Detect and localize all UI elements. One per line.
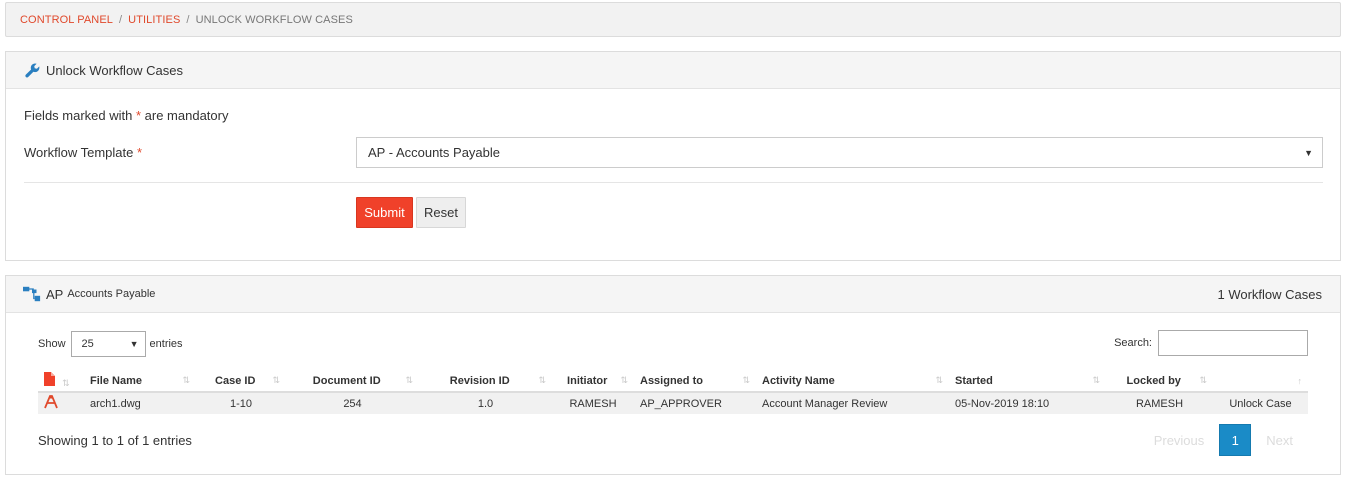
breadcrumb-separator: / [186, 13, 190, 26]
page-length-value: 25 [81, 338, 94, 350]
unlock-form-panel: Unlock Workflow Cases Fields marked with… [5, 51, 1341, 261]
column-label: Document ID [312, 374, 381, 387]
column-label: Initiator [567, 374, 608, 387]
page-length-select[interactable]: 25 ▼ [70, 331, 146, 357]
sort-icon: ⇅ [620, 374, 628, 385]
dropdown-caret-icon: ▼ [129, 339, 139, 349]
assigned-to-cell: AP_APPROVER [634, 392, 756, 414]
sort-icon: ↑ [1297, 375, 1303, 386]
column-label: File Name [90, 374, 142, 387]
document-id-cell: 254 [286, 392, 419, 414]
locked-by-link[interactable]: RAMESH [1106, 392, 1213, 414]
breadcrumb-separator: / [119, 13, 123, 26]
column-header-started[interactable]: Started ⇅ [949, 370, 1106, 393]
entries-label: entries [149, 338, 183, 350]
column-header-file-name[interactable]: File Name ⇅ [84, 370, 196, 393]
sort-icon: ⇅ [742, 374, 750, 385]
search-label: Search: [1114, 337, 1152, 349]
started-cell: 05-Nov-2019 18:10 [949, 392, 1106, 414]
column-label: Activity Name [762, 374, 835, 387]
breadcrumb-control-panel[interactable]: CONTROL PANEL [20, 14, 113, 26]
breadcrumb-current: UNLOCK WORKFLOW CASES [195, 13, 353, 26]
revision-id-cell: 1.0 [419, 392, 552, 414]
autocad-file-icon [44, 395, 58, 412]
workflow-template-text: Workflow Template [24, 145, 137, 160]
column-header-document-id[interactable]: Document ID ⇅ [286, 370, 419, 393]
column-header-assigned-to[interactable]: Assigned to ⇅ [634, 370, 756, 393]
page-length-control: Show 25 ▼ entries [38, 331, 183, 357]
breadcrumb: CONTROL PANEL / UTILITIES / UNLOCK WORKF… [5, 2, 1341, 37]
workflow-cases-panel: AP Accounts Payable 1 Workflow Cases Sho… [5, 275, 1341, 475]
case-count: 1 Workflow Cases [1217, 286, 1322, 302]
required-star: * [136, 145, 143, 160]
sort-icon: ⇅ [182, 374, 190, 385]
case-id-cell: 1-10 [196, 392, 286, 414]
column-label: Started [955, 374, 993, 387]
dropdown-caret-icon: ▼ [1304, 148, 1313, 158]
workflow-template-value: AP - Accounts Payable [368, 145, 501, 160]
table-header-row: ⇅ File Name ⇅ Case ID ⇅ Document ID ⇅ Revis… [38, 370, 1308, 393]
column-header-locked-by[interactable]: Locked by ⇅ [1106, 370, 1213, 393]
sort-icon: ⇅ [62, 378, 70, 388]
sort-icon: ⇅ [1199, 374, 1207, 385]
table-search: Search: [1114, 330, 1308, 356]
table-info: Showing 1 to 1 of 1 entries [38, 433, 192, 448]
initiator-link[interactable]: RAMESH [552, 392, 634, 414]
sort-icon: ⇅ [405, 374, 413, 385]
previous-page-button[interactable]: Previous [1139, 433, 1220, 448]
column-header-file-type[interactable]: ⇅ [38, 370, 84, 393]
column-label: Case ID [215, 374, 256, 387]
pagination: Previous 1 Next [1139, 424, 1308, 456]
column-header-action[interactable]: ↑ [1213, 370, 1308, 393]
page-1-button[interactable]: 1 [1219, 424, 1252, 456]
workflow-icon [23, 285, 41, 303]
panel-title-code: AP [46, 286, 64, 302]
panel-title-name: Accounts Payable [67, 288, 156, 300]
show-label: Show [38, 338, 66, 350]
sort-icon: ⇅ [538, 374, 546, 385]
form-divider [24, 182, 1323, 183]
column-label: Revision ID [449, 374, 510, 387]
reset-button[interactable]: Reset [416, 197, 466, 228]
submit-button[interactable]: Submit [356, 197, 413, 228]
column-header-revision-id[interactable]: Revision ID ⇅ [419, 370, 552, 393]
panel-title: Unlock Workflow Cases [46, 62, 184, 78]
activity-name-cell: Account Manager Review [756, 392, 949, 414]
sort-icon: ⇅ [1092, 374, 1100, 385]
column-label: Assigned to [640, 374, 703, 387]
panel-heading: AP Accounts Payable 1 Workflow Cases [6, 276, 1340, 313]
mandatory-note: Fields marked with * are mandatory [24, 108, 228, 123]
panel-heading: Unlock Workflow Cases [6, 52, 1340, 89]
workflow-cases-table: ⇅ File Name ⇅ Case ID ⇅ Document ID ⇅ Revis… [38, 370, 1308, 414]
file-type-cell [38, 392, 84, 414]
unlock-case-link[interactable]: Unlock Case [1213, 392, 1308, 414]
workflow-template-label: Workflow Template * [24, 145, 142, 160]
file-name-cell: arch1.dwg [84, 392, 196, 414]
table-row[interactable]: arch1.dwg 1-10 254 1.0 RAMESH AP_APPROVE… [38, 392, 1308, 414]
mandatory-suffix: are mandatory [141, 108, 229, 123]
workflow-template-select[interactable]: AP - Accounts Payable ▼ [356, 137, 1323, 168]
column-label: Locked by [1126, 374, 1181, 387]
mandatory-prefix: Fields marked with [24, 108, 136, 123]
column-header-case-id[interactable]: Case ID ⇅ [196, 370, 286, 393]
pdf-file-icon [44, 372, 58, 389]
search-input[interactable] [1158, 330, 1308, 356]
column-header-initiator[interactable]: Initiator ⇅ [552, 370, 634, 393]
wrench-icon [23, 61, 41, 79]
next-page-button[interactable]: Next [1251, 433, 1308, 448]
breadcrumb-utilities[interactable]: UTILITIES [128, 14, 180, 26]
sort-icon: ⇅ [935, 374, 943, 385]
sort-icon: ⇅ [272, 374, 280, 385]
column-header-activity-name[interactable]: Activity Name ⇅ [756, 370, 949, 393]
